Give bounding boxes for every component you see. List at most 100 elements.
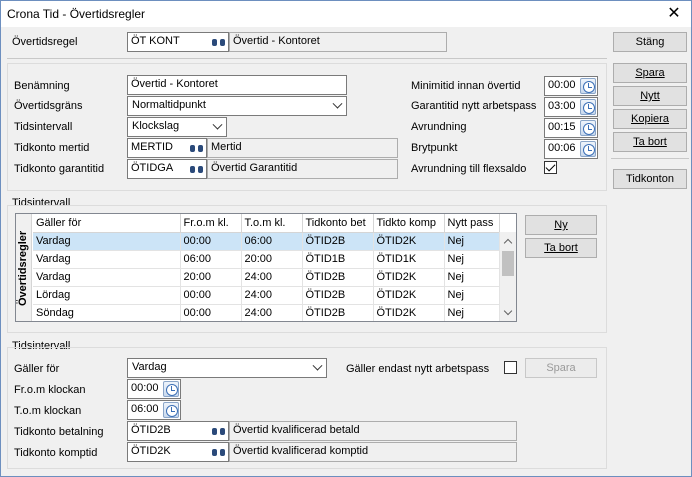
interval-select[interactable]: Klockslag [127,117,227,137]
rounding-input[interactable]: 00:15 [544,118,598,138]
table-cell: Nej [444,286,500,305]
table-cell: ÖTID2K [373,268,445,287]
interval-new-button[interactable]: Ny [525,215,597,235]
lookup-binoculars-icon[interactable] [209,423,227,439]
account-more-description: Mertid [207,138,398,158]
table-cell: Nej [444,268,500,287]
divider [611,158,689,159]
pay-account-value: ÖTID2B [131,424,171,436]
clock-icon[interactable] [580,141,596,157]
from-label: Fr.o.m klockan [14,384,86,396]
table-row[interactable]: Söndag 00:00 24:00 ÖTID2B ÖTID2K Nej [33,304,500,321]
table-cell: ÖTID2B [302,286,374,305]
overtime-rule-input[interactable]: ÖT KONT [127,32,229,52]
pay-account-label: Tidkonto betalning [14,426,104,438]
clock-icon[interactable] [580,78,596,94]
pay-account-description: Övertid kvalificerad betald [229,421,517,441]
applies-select[interactable]: Vardag [127,358,327,378]
rounding-value: 00:15 [548,121,576,133]
clock-icon[interactable] [163,381,179,397]
comp-account-value: ÖTID2K [131,445,171,457]
interval-label: Tidsintervall [14,121,73,133]
min-time-input[interactable]: 00:00 [544,76,598,96]
table-cell: Vardag [33,250,181,269]
break-point-input[interactable]: 00:06 [544,139,598,159]
round-flex-checkbox[interactable] [544,161,557,174]
from-input[interactable]: 00:00 [127,379,181,399]
divider [7,58,607,59]
table-cell: ÖTID2B [302,232,374,251]
lookup-binoculars-icon[interactable] [187,140,205,156]
account-more-value: MERTID [131,141,173,153]
name-input[interactable]: Övertid - Kontoret [127,75,347,95]
to-value: 06:00 [131,403,159,415]
pay-account-input[interactable]: ÖTID2B [127,421,229,441]
table-cell: ÖTID1K [373,250,445,269]
lookup-binoculars-icon[interactable] [187,161,205,177]
interval-delete-button[interactable]: Ta bort [525,238,597,258]
table-cell: Söndag [33,304,181,321]
column-header[interactable]: Nytt pass [444,214,500,233]
scroll-thumb[interactable] [502,251,514,276]
chevron-down-icon [214,124,222,129]
to-label: T.o.m klockan [14,405,82,417]
scroll-up-icon[interactable] [504,237,512,245]
break-point-value: 00:06 [548,142,576,154]
clock-icon[interactable] [580,99,596,115]
column-header[interactable]: Fr.o.m kl. [180,214,242,233]
guarantee-new-input[interactable]: 03:00 [544,97,598,117]
table-cell: Lördag [33,286,181,305]
table-row[interactable]: Lördag 00:00 24:00 ÖTID2B ÖTID2K Nej [33,286,500,305]
column-header[interactable]: Tidkto komp [373,214,445,233]
scroll-down-icon[interactable] [504,308,512,316]
chevron-down-icon [314,365,322,370]
account-guarantee-input[interactable]: ÖTIDGA [127,159,207,179]
column-header[interactable]: T.o.m kl. [241,214,303,233]
account-guarantee-label: Tidkonto garantitid [14,163,105,175]
overtime-rule-value: ÖT KONT [131,35,180,47]
table-row[interactable]: Vardag 06:00 20:00 ÖTID1B ÖTID1K Nej [33,250,500,269]
close-icon[interactable]: ✕ [657,1,691,27]
interval-table: Gäller för Fr.o.m kl. T.o.m kl. Tidkonto… [33,214,500,321]
table-cell: ÖTID2B [302,268,374,287]
table-cell: 00:00 [180,232,242,251]
interval-grid[interactable]: Övertidsregler Gäller för Fr.o.m kl. T.o… [15,213,517,322]
lookup-binoculars-icon[interactable] [209,444,227,460]
vertical-scrollbar[interactable] [499,232,516,321]
new-button[interactable]: Nytt [613,86,687,106]
interval-save-button[interactable]: Spara [525,358,597,378]
clock-icon[interactable] [163,402,179,418]
column-header[interactable]: Tidkonto bet [302,214,374,233]
grid-side-label-text: Övertidsregler [17,230,29,306]
only-new-label: Gäller endast nytt arbetspass [346,363,490,375]
chevron-down-icon [334,103,342,108]
table-header-row: Gäller för Fr.o.m kl. T.o.m kl. Tidkonto… [33,214,500,233]
time-accounts-button[interactable]: Tidkonton [613,169,687,189]
table-cell: 06:00 [180,250,242,269]
column-header[interactable]: Gäller för [33,214,181,233]
account-more-input[interactable]: MERTID [127,138,207,158]
table-cell: 24:00 [241,286,303,305]
only-new-checkbox[interactable] [504,361,517,374]
table-cell: ÖTID2B [302,304,374,321]
lookup-binoculars-icon[interactable] [209,34,227,50]
copy-button[interactable]: Kopiera [613,109,687,129]
clock-icon[interactable] [580,120,596,136]
min-time-value: 00:00 [548,79,576,91]
table-cell: 06:00 [241,232,303,251]
delete-button[interactable]: Ta bort [613,132,687,152]
save-button[interactable]: Spara [613,63,687,83]
limit-label: Övertidsgräns [14,100,83,112]
account-guarantee-value: ÖTIDGA [131,162,174,174]
table-cell: 20:00 [180,268,242,287]
to-input[interactable]: 06:00 [127,400,181,420]
account-more-label: Tidkonto mertid [14,142,90,154]
round-flex-label: Avrundning till flexsaldo [411,163,527,175]
window-title: Crona Tid - Övertidsregler [7,7,146,21]
comp-account-input[interactable]: ÖTID2K [127,442,229,462]
table-row[interactable]: Vardag 00:00 06:00 ÖTID2B ÖTID2K Nej [33,232,500,251]
table-row[interactable]: Vardag 20:00 24:00 ÖTID2B ÖTID2K Nej [33,268,500,287]
table-cell: Vardag [33,268,181,287]
close-button[interactable]: Stäng [613,32,687,52]
limit-select[interactable]: Normaltidpunkt [127,96,347,116]
